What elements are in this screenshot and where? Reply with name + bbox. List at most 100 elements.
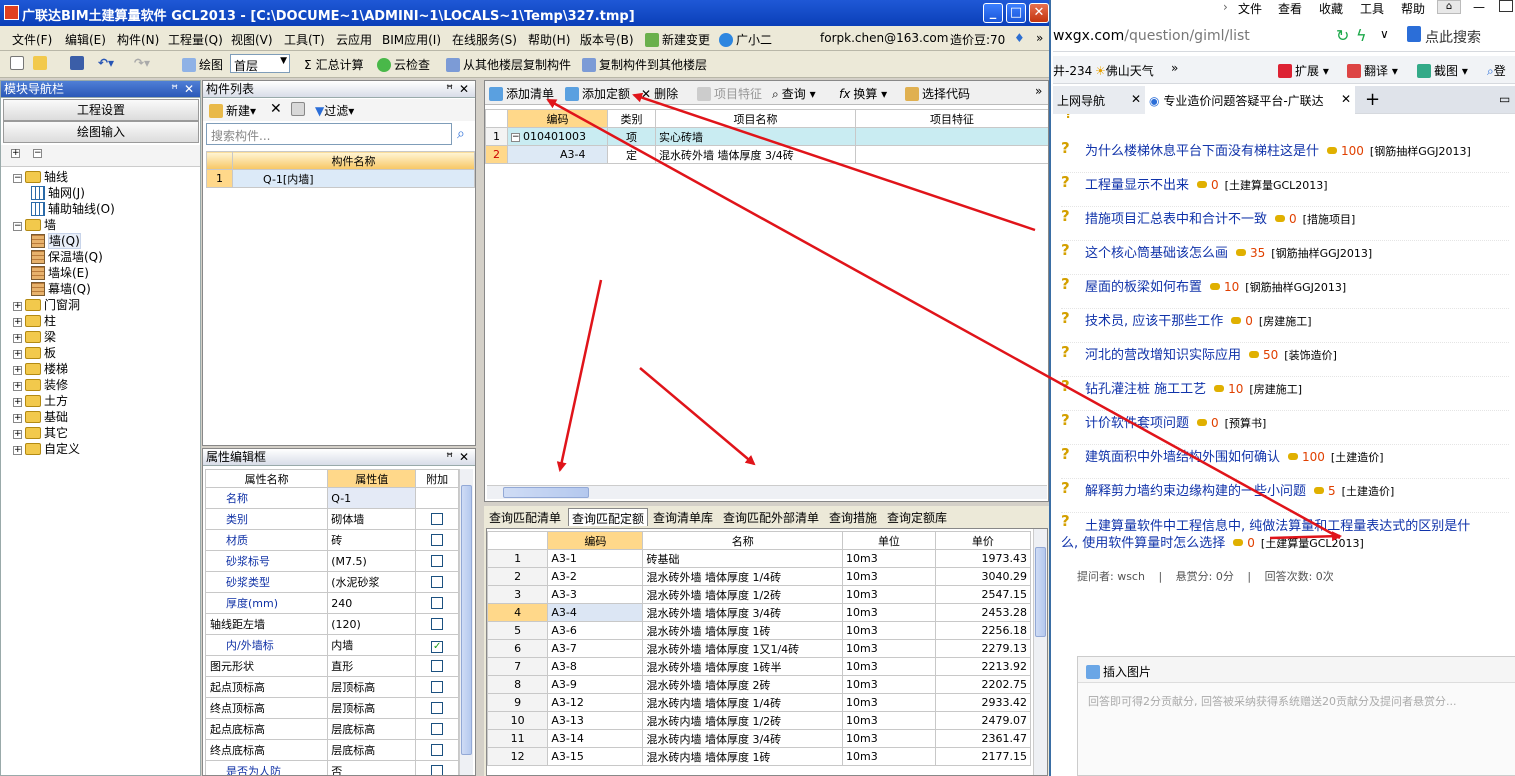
tab-nav[interactable]: 上网导航 ✕ xyxy=(1053,86,1145,114)
new-component-button[interactable]: 新建▾ xyxy=(209,102,256,119)
filter-button[interactable]: ▼过滤▾ xyxy=(315,102,354,119)
component-name[interactable]: Q-1[内墙] xyxy=(232,169,475,188)
menu-version[interactable]: 版本号(B) xyxy=(580,31,634,48)
item-name-cell[interactable]: 混水砖外墙 墙体厚度 3/4砖 xyxy=(655,145,856,164)
menu-tools[interactable]: 工具(T) xyxy=(284,31,325,48)
lookup-tab[interactable]: 查询匹配外部清单 xyxy=(720,508,822,526)
tree-node[interactable]: + 梁 xyxy=(13,329,56,345)
tree-node[interactable]: + 基础 xyxy=(13,409,68,425)
draw-button[interactable]: 绘图 xyxy=(182,56,223,73)
tree-node[interactable]: − 轴线 xyxy=(13,169,68,185)
bell-icon[interactable]: ♦ xyxy=(1014,31,1025,45)
table-row[interactable]: 砂浆标号 (M7.5) xyxy=(204,550,459,572)
open-folder-icon[interactable] xyxy=(33,56,50,70)
tree-node[interactable]: 墙垛(E) xyxy=(31,265,89,281)
chevron-down-icon[interactable]: ∨ xyxy=(1380,27,1389,41)
expand-icon[interactable]: + xyxy=(13,302,22,311)
lookup-tab[interactable]: 查询匹配定额 xyxy=(568,508,649,526)
prop-value[interactable]: (M7.5) xyxy=(327,550,417,572)
scroll-thumb[interactable] xyxy=(461,485,472,755)
prop-value[interactable]: 240 xyxy=(327,592,417,614)
query-button[interactable]: ⌕ 查询 ▾ xyxy=(772,85,816,102)
menu-help[interactable]: 帮助(H) xyxy=(528,31,570,48)
name-cell[interactable]: 混水砖外墙 墙体厚度 2砖 xyxy=(642,675,844,694)
table-row[interactable]: 1 A3-1 砖基础 10m3 1973.43 xyxy=(487,549,1032,568)
code-cell[interactable]: A3-14 xyxy=(547,729,644,748)
tab-glodon-qa[interactable]: ◉ 专业造价问题答疑平台-广联达 ✕ xyxy=(1145,86,1355,114)
name-cell[interactable]: 混水砖内墙 墙体厚度 1/2砖 xyxy=(642,711,844,730)
tree-node[interactable]: 墙(Q) xyxy=(31,233,81,249)
prop-value[interactable]: 层顶标高 xyxy=(327,697,417,719)
cloud-check-button[interactable]: 云检查 xyxy=(377,56,430,73)
close-icon[interactable]: ✕ xyxy=(459,81,469,97)
expand-icon[interactable]: + xyxy=(13,350,22,359)
prop-value[interactable]: 内墙 xyxy=(327,634,417,656)
prop-value[interactable]: 直形 xyxy=(327,655,417,677)
name-cell[interactable]: 混水砖内墙 墙体厚度 1砖 xyxy=(642,747,844,766)
checkbox[interactable] xyxy=(431,764,444,775)
close-icon[interactable]: ✕ xyxy=(184,81,194,97)
tree-node[interactable]: + 门窗洞 xyxy=(13,297,80,313)
prop-value[interactable]: 否 xyxy=(327,760,417,775)
question-link[interactable]: 为什么楼梯休息平台下面没有梯柱这是什 100 [钢筋抽样GGJ2013] xyxy=(1085,140,1471,159)
name-cell[interactable]: 混水砖外墙 墙体厚度 1砖 xyxy=(642,621,844,640)
item-feature-cell[interactable] xyxy=(855,145,1048,164)
table-row[interactable]: 2 A3-4 定混水砖外墙 墙体厚度 3/4砖 xyxy=(485,145,1048,164)
tree-node[interactable]: 保温墙(Q) xyxy=(31,249,103,265)
table-row[interactable]: 砂浆类型 (水泥砂浆 xyxy=(204,571,459,593)
question-item[interactable]: ? 工程量显示不出来 0 [土建算量GCL2013] xyxy=(1061,173,1509,207)
table-row[interactable]: 起点底标高 层底标高 xyxy=(204,718,459,740)
fav-item[interactable]: 井-234 xyxy=(1053,62,1092,79)
extension-button[interactable]: 扩展 ▾ xyxy=(1278,62,1329,79)
menu-file[interactable]: 文件(F) xyxy=(12,31,52,48)
table-row[interactable]: 8 A3-9 混水砖外墙 墙体厚度 2砖 10m3 2202.75 xyxy=(487,675,1032,694)
property-scrollbar[interactable] xyxy=(459,469,473,775)
table-row[interactable]: 6 A3-7 混水砖外墙 墙体厚度 1又1/4砖 10m3 2279.13 xyxy=(487,639,1032,658)
browser-maximize-button[interactable] xyxy=(1499,0,1513,12)
table-row[interactable]: 1−010401003 项实心砖墙 xyxy=(485,127,1048,146)
prop-value[interactable]: (水泥砂浆 xyxy=(327,571,417,593)
save-icon[interactable] xyxy=(70,56,87,70)
menu-quantity[interactable]: 工程量(Q) xyxy=(168,31,223,48)
menu-component[interactable]: 构件(N) xyxy=(117,31,159,48)
expand-icon[interactable]: + xyxy=(13,334,22,343)
question-link[interactable]: 这个核心筒基础该怎么画 35 [钢筋抽样GGJ2013] xyxy=(1085,242,1372,261)
table-row[interactable]: 起点顶标高 层顶标高 xyxy=(204,676,459,698)
browser-search-input[interactable]: 点此搜索 xyxy=(1425,27,1481,47)
question-item[interactable]: ? 为什么楼梯休息平台下面没有梯柱这是什 100 [钢筋抽样GGJ2013] xyxy=(1061,139,1509,173)
question-link[interactable]: 措施项目汇总表中和合计不一致 0 [措施项目] xyxy=(1085,208,1355,227)
kind-cell[interactable]: 项 xyxy=(607,127,656,146)
login-button[interactable]: ⌕登 xyxy=(1487,62,1506,79)
close-icon[interactable]: ✕ xyxy=(1131,92,1141,106)
code-cell[interactable]: A3-13 xyxy=(547,711,644,730)
translate-button[interactable]: 翻译 ▾ xyxy=(1347,62,1398,79)
item-name-cell[interactable]: 实心砖墙 xyxy=(655,127,856,146)
question-item[interactable]: ? 建筑面积中外墙结构外围如何确认 100 [土建造价] xyxy=(1061,445,1509,479)
checkbox[interactable] xyxy=(431,596,444,609)
name-cell[interactable]: 混水砖内墙 墙体厚度 3/4砖 xyxy=(642,729,844,748)
collapse-icon[interactable]: − xyxy=(13,174,22,183)
insert-image-button[interactable]: 插入图片 xyxy=(1078,657,1515,683)
collapse-icon[interactable]: − xyxy=(13,222,22,231)
name-cell[interactable]: 混水砖外墙 墙体厚度 1砖半 xyxy=(642,657,844,676)
redo-icon[interactable]: ↷▾ xyxy=(134,56,150,70)
menu-view[interactable]: 视图(V) xyxy=(231,31,273,48)
question-item[interactable]: ? 解释剪力墙约束边缘构建的一些小问题 5 [土建造价] xyxy=(1061,479,1509,513)
scroll-thumb[interactable] xyxy=(503,487,589,498)
table-row[interactable]: 终点底标高 层底标高 xyxy=(204,739,459,761)
tree-node[interactable]: + 柱 xyxy=(13,313,56,329)
table-row[interactable]: 12 A3-15 混水砖内墙 墙体厚度 1砖 10m3 2177.15 xyxy=(487,747,1032,766)
tree-node[interactable]: + 楼梯 xyxy=(13,361,68,377)
copy-from-floor-button[interactable]: 从其他楼层复制构件 xyxy=(446,56,571,73)
menu-edit[interactable]: 编辑(E) xyxy=(65,31,106,48)
prop-value[interactable]: 层顶标高 xyxy=(327,676,417,698)
table-row[interactable]: 是否为人防否 xyxy=(204,760,459,775)
tree-node[interactable]: 幕墙(Q) xyxy=(31,281,91,297)
answer-textarea[interactable]: 回答即可得2分贡献分, 回答被采纳获得系统赠送20贡献分及提问者悬赏分... xyxy=(1088,693,1456,709)
table-row[interactable]: 图元形状 直形 xyxy=(204,655,459,677)
close-icon[interactable]: ✕ xyxy=(459,449,469,465)
browser-minimize-button[interactable]: — xyxy=(1473,0,1485,14)
close-button[interactable]: ✕ xyxy=(1029,3,1049,23)
copy-icon[interactable] xyxy=(291,102,308,116)
code-cell[interactable]: A3-1 xyxy=(547,549,644,568)
